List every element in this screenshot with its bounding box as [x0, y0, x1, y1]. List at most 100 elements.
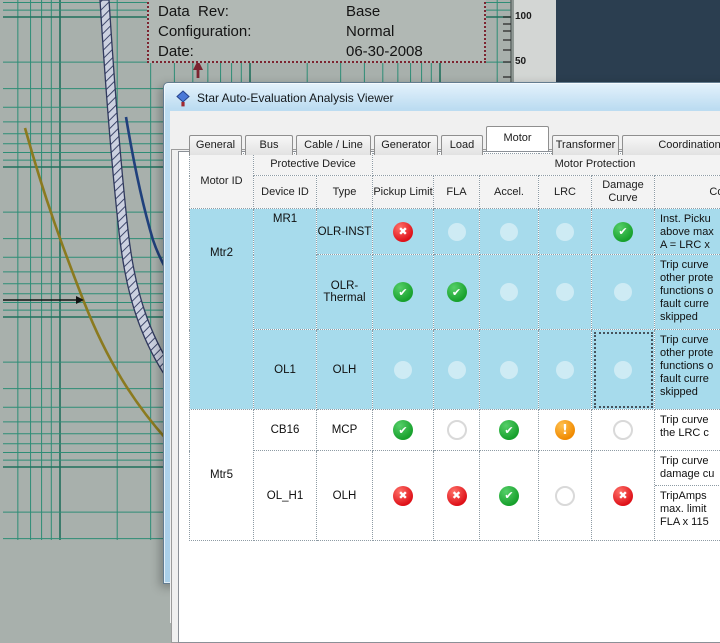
background-app-area — [556, 0, 720, 82]
status-icon-none — [613, 420, 633, 440]
y-axis-tick-label: 100 — [515, 11, 532, 22]
comment-text: Trip curve damage cu — [655, 451, 720, 486]
status-cell[interactable]: ✔ — [434, 255, 480, 330]
relay-curve-blue — [126, 117, 166, 269]
status-cell[interactable] — [539, 330, 592, 410]
info-label: Date: — [158, 43, 346, 63]
status-cell[interactable]: ✖ — [592, 451, 655, 541]
device-type-cell[interactable]: MCP — [317, 410, 373, 451]
status-cell[interactable] — [434, 410, 480, 451]
comment-cell[interactable]: Trip curve damage cuTripAmps max. limit … — [655, 451, 720, 541]
tab-transformer[interactable]: Transformer — [552, 135, 619, 155]
status-icon-none — [448, 361, 466, 379]
tab-coordination[interactable]: Coordination — [622, 135, 720, 155]
status-cell[interactable] — [373, 330, 434, 410]
status-cell[interactable] — [592, 330, 655, 410]
status-cell[interactable]: ✔ — [373, 410, 434, 451]
col-header-comments: Comments — [655, 176, 720, 209]
status-cell[interactable]: ✔ — [480, 410, 539, 451]
tab-cable-line[interactable]: Cable / Line — [296, 135, 371, 155]
motor-id-cell[interactable]: Mtr5 — [190, 410, 254, 541]
table-row: OL1OLH Trip curve other prote functions o… — [190, 330, 720, 410]
status-cell[interactable]: ✖ — [373, 451, 434, 541]
col-header-protective-device: Protective Device — [254, 154, 373, 176]
col-header-damage-curve: Damage Curve — [592, 176, 655, 209]
tab-general[interactable]: General — [189, 135, 242, 155]
title-bar[interactable]: Star Auto-Evaluation Analysis Viewer — [176, 88, 394, 108]
info-row: Configuration:Normal — [149, 23, 484, 43]
status-cell[interactable] — [539, 255, 592, 330]
status-cell[interactable] — [539, 209, 592, 255]
status-icon-none — [500, 361, 518, 379]
y-axis-ticks — [503, 17, 511, 77]
status-cell[interactable] — [480, 330, 539, 410]
motor-results-table: Motor IDProtective DeviceMotor Protectio… — [189, 153, 720, 541]
col-header-motor-id: Motor ID — [190, 154, 254, 209]
info-label: Configuration: — [158, 23, 346, 43]
comment-cell[interactable]: Trip curve the LRC c — [655, 410, 720, 451]
status-cell[interactable]: ✔ — [373, 255, 434, 330]
comment-text: TripAmps max. limit FLA x 115 — [655, 486, 720, 531]
device-id-cell[interactable]: CB16 — [254, 410, 317, 451]
status-cell[interactable] — [480, 255, 539, 330]
info-value: Base — [346, 3, 380, 23]
status-icon-none — [555, 486, 575, 506]
status-cell[interactable] — [480, 209, 539, 255]
comment-cell[interactable]: Trip curve other prote functions o fault… — [655, 330, 720, 410]
plot-info-box: Data Rev:BaseConfiguration:NormalDate:06… — [147, 0, 486, 63]
status-cell[interactable]: ✖ — [373, 209, 434, 255]
status-cell[interactable]: ! — [539, 410, 592, 451]
status-icon-none — [500, 283, 518, 301]
y-axis-tick-label: 50 — [515, 56, 526, 67]
info-value: 06-30-2008 — [346, 43, 423, 63]
col-header-fla: FLA — [434, 176, 480, 209]
tab-motor[interactable]: Motor — [486, 126, 549, 151]
status-cell[interactable] — [592, 255, 655, 330]
col-header-motor-protection: Motor Protection — [373, 154, 720, 176]
device-id-cell[interactable]: OL1 — [254, 330, 317, 410]
tab-generator[interactable]: Generator — [374, 135, 438, 155]
status-icon-pass: ✔ — [499, 420, 519, 440]
tab-load[interactable]: Load — [441, 135, 483, 155]
status-cell[interactable] — [434, 209, 480, 255]
status-icon-pass: ✔ — [393, 420, 413, 440]
device-type-cell[interactable]: OLH — [317, 451, 373, 541]
status-icon-fail: ✖ — [613, 486, 633, 506]
device-id-cell[interactable]: MR1 — [254, 209, 317, 330]
tab-strip: GeneralBusCable / LineGeneratorLoadMotor… — [189, 126, 720, 151]
dialog-window: Star Auto-Evaluation Analysis Viewer Gen… — [163, 82, 720, 584]
status-icon-none — [447, 420, 467, 440]
device-type-cell[interactable]: OLH — [317, 330, 373, 410]
col-header-lrc: LRC — [539, 176, 592, 209]
col-header-pickup-limit: Pickup Limit — [373, 176, 434, 209]
status-icon-fail: ✖ — [393, 486, 413, 506]
device-type-cell[interactable]: OLR-INST — [317, 209, 373, 255]
status-cell[interactable] — [434, 330, 480, 410]
status-cell[interactable]: ✔ — [592, 209, 655, 255]
status-cell[interactable] — [539, 451, 592, 541]
table-row: OL_H1OLH ✖ ✖ ✔ ✖ Trip curve damage cuTripAmps… — [190, 451, 720, 541]
info-row: Data Rev:Base — [149, 3, 484, 23]
status-cell[interactable] — [592, 410, 655, 451]
status-icon-none — [500, 223, 518, 241]
device-type-cell[interactable]: OLR-Thermal — [317, 255, 373, 330]
info-label: Data Rev: — [158, 3, 346, 23]
status-icon-pass: ✔ — [499, 486, 519, 506]
status-cell[interactable]: ✖ — [434, 451, 480, 541]
status-icon-pass: ✔ — [393, 282, 413, 302]
motor-id-cell[interactable]: Mtr2 — [190, 209, 254, 410]
results-grid: Motor IDProtective DeviceMotor Protectio… — [178, 151, 720, 643]
info-row: Date:06-30-2008 — [149, 43, 484, 63]
col-header-accel-: Accel. — [480, 176, 539, 209]
window-icon — [176, 90, 190, 107]
tab-bus[interactable]: Bus — [245, 135, 293, 155]
info-value: Normal — [346, 23, 394, 43]
comment-cell[interactable]: Trip curve other prote functions o fault… — [655, 255, 720, 330]
status-icon-pass: ✔ — [613, 222, 633, 242]
device-id-cell[interactable]: OL_H1 — [254, 451, 317, 541]
status-icon-pass: ✔ — [447, 282, 467, 302]
comment-cell[interactable]: Inst. Picku above max A = LRC x — [655, 209, 720, 255]
status-icon-none — [556, 361, 574, 379]
status-cell[interactable]: ✔ — [480, 451, 539, 541]
status-icon-none — [448, 223, 466, 241]
